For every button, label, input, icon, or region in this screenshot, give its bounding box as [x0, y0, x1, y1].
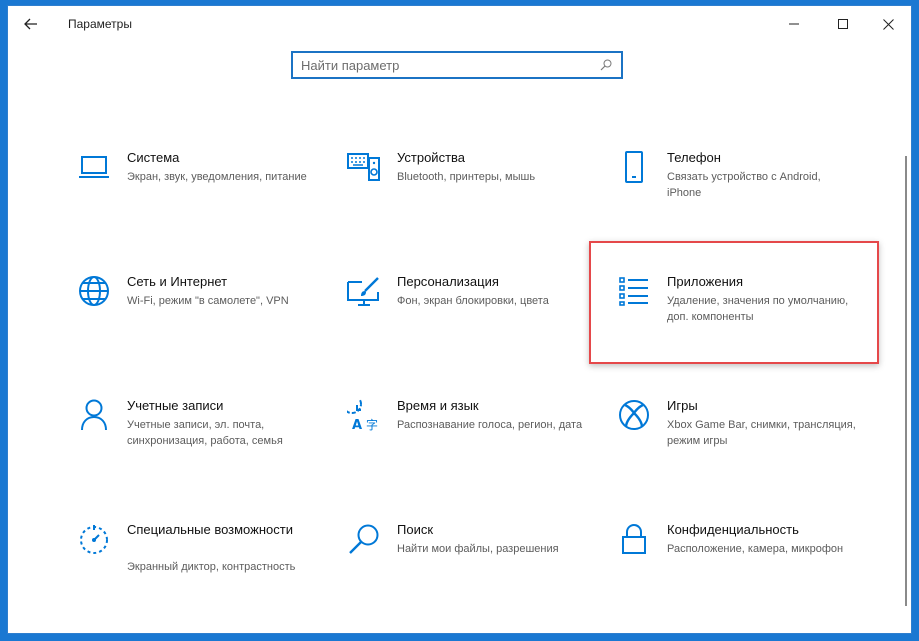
tile-description: Связать устройство с Android, iPhone: [667, 171, 821, 199]
time-language-icon: A 字: [346, 397, 382, 433]
tile-title: Учетные записи: [127, 398, 224, 413]
xbox-icon: [616, 397, 652, 433]
tile-title: Сеть и Интернет: [127, 274, 228, 289]
tile-accounts[interactable]: Учетные записи Учетные записи, эл. почта…: [76, 397, 316, 477]
tile-description: Распознавание голоса, регион, дата: [397, 419, 583, 431]
tile-description: Экранный диктор, контрастность: [127, 561, 296, 573]
lock-icon: [616, 521, 652, 557]
svg-text:字: 字: [366, 417, 378, 431]
tile-description: Учетные записи, эл. почта, синхронизация…: [127, 419, 283, 447]
tile-phone[interactable]: Телефон Связать устройство с Android, iP…: [616, 149, 856, 229]
scrollbar[interactable]: [905, 156, 907, 606]
globe-icon: [76, 273, 112, 309]
person-icon: [76, 397, 112, 433]
tile-system[interactable]: Система Экран, звук, уведомления, питани…: [76, 149, 316, 229]
tile-accessibility[interactable]: Специальные возможности Экранный диктор,…: [76, 521, 316, 601]
magnifier-icon: [346, 521, 382, 557]
tile-title: Система: [127, 150, 180, 165]
tile-time-language[interactable]: A 字 Время и язык Распознавание голоса, р…: [346, 397, 586, 477]
phone-icon: [616, 149, 652, 185]
tile-search[interactable]: Поиск Найти мои файлы, разрешения: [346, 521, 586, 601]
tile-description: Найти мои файлы, разрешения: [397, 543, 559, 555]
tile-title: Специальные возможности: [127, 522, 293, 537]
settings-window: Параметры Найти параметр Система Экран, …: [8, 6, 911, 633]
tile-network[interactable]: Сеть и Интернет Wi-Fi, режим "в самолете…: [76, 273, 316, 353]
tile-personalization[interactable]: Персонализация Фон, экран блокировки, цв…: [346, 273, 586, 353]
tile-description: Расположение, камера, микрофон: [667, 543, 844, 555]
tile-description: Экран, звук, уведомления, питание: [127, 171, 307, 183]
tile-title: Конфиденциальность: [667, 522, 799, 537]
laptop-icon: [76, 149, 112, 185]
tile-title: Поиск: [397, 522, 434, 537]
tile-privacy[interactable]: Конфиденциальность Расположение, камера,…: [616, 521, 856, 601]
tile-title: Персонализация: [397, 274, 499, 289]
tile-description: Bluetooth, принтеры, мышь: [397, 171, 536, 183]
tile-title: Время и язык: [397, 398, 479, 413]
tile-title: Устройства: [397, 150, 466, 165]
apps-highlight-frame: [589, 241, 879, 364]
svg-text:A: A: [352, 418, 362, 431]
tile-gaming[interactable]: Игры Xbox Game Bar, снимки, трансляция, …: [616, 397, 856, 477]
tile-description: Xbox Game Bar, снимки, трансляция, режим…: [667, 419, 856, 447]
tile-description: Фон, экран блокировки, цвета: [397, 295, 549, 307]
keyboard-speaker-icon: [346, 149, 382, 185]
tile-devices[interactable]: Устройства Bluetooth, принтеры, мышь: [346, 149, 586, 229]
tile-title: Игры: [667, 398, 698, 413]
tile-title: Телефон: [667, 150, 721, 165]
tile-description: Wi-Fi, режим "в самолете", VPN: [127, 295, 289, 307]
accessibility-timer-icon: [76, 521, 112, 557]
paint-brush-icon: [346, 273, 382, 309]
